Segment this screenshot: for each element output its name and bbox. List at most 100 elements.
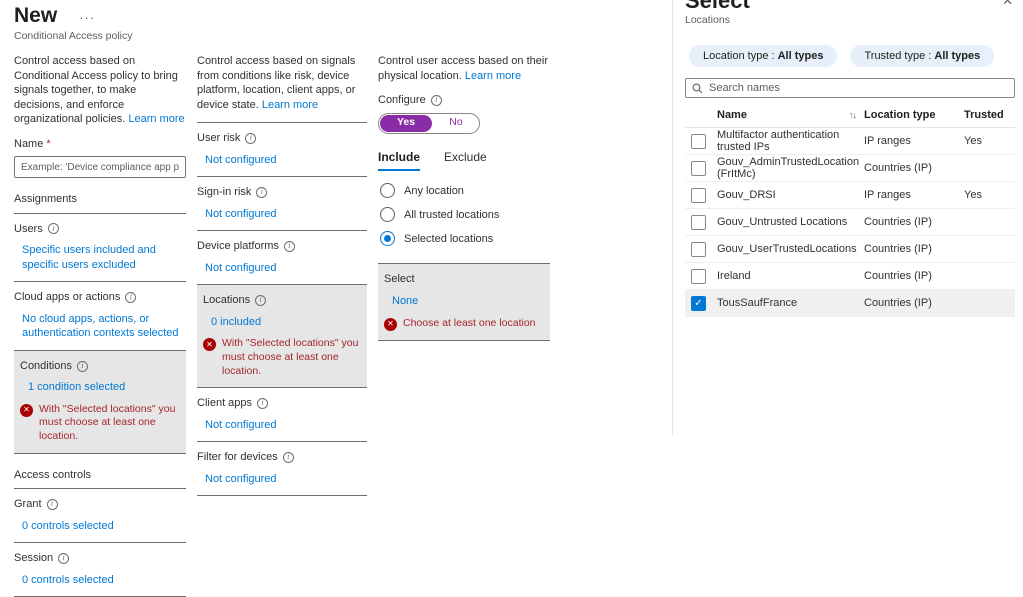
search-input[interactable] — [709, 82, 1008, 94]
info-icon: i — [431, 95, 442, 106]
signin-risk-section: Sign-in riski Not configured — [197, 177, 367, 230]
row-checkbox[interactable]: ✓ — [691, 296, 706, 311]
conditions-column: Control access based on signals from con… — [197, 54, 367, 597]
conditions-error: ✕ With "Selected locations" you must cho… — [20, 403, 180, 444]
location-type-filter[interactable]: Location type : All types — [689, 45, 837, 67]
row-checkbox[interactable] — [691, 134, 706, 149]
radio-icon-selected[interactable] — [380, 231, 395, 246]
toggle-yes-option[interactable]: Yes — [380, 115, 432, 132]
learn-more-link[interactable]: Learn more — [262, 99, 318, 111]
radio-icon[interactable] — [380, 207, 395, 222]
locations-label: Locations — [203, 293, 250, 308]
user-risk-section: User risk i Not configured — [197, 123, 367, 176]
more-menu-icon[interactable]: ··· — [79, 10, 95, 25]
info-icon: i — [77, 361, 88, 372]
configure-toggle[interactable]: Yes No — [378, 113, 480, 134]
row-name: Gouv_DRSI — [717, 189, 864, 201]
info-icon: i — [256, 187, 267, 198]
cloud-apps-section: Cloud apps or actionsi No cloud apps, ac… — [14, 282, 186, 350]
row-trusted: Yes — [964, 189, 1015, 201]
configure-label-row: Configurei — [378, 93, 550, 108]
row-location-type: Countries (IP) — [864, 216, 964, 228]
filter-devices-section: Filter for devicesi Not configured — [197, 442, 367, 495]
table-row[interactable]: Gouv_DRSI IP ranges Yes — [685, 182, 1015, 209]
table-row[interactable]: Gouv_UserTrustedLocations Countries (IP) — [685, 236, 1015, 263]
radio-any-location[interactable]: Any location — [380, 183, 550, 198]
row-checkbox[interactable] — [691, 215, 706, 230]
cloud-apps-label: Cloud apps or actions — [14, 290, 120, 305]
cloud-apps-link[interactable]: No cloud apps, actions, or authenticatio… — [14, 312, 186, 341]
filter-label: Trusted type : — [864, 50, 934, 62]
close-icon[interactable]: ✕ — [1002, 0, 1013, 9]
toggle-no-option[interactable]: No — [437, 116, 475, 130]
filter-devices-link[interactable]: Not configured — [197, 472, 367, 487]
radio-all-trusted-locations[interactable]: All trusted locations — [380, 207, 550, 222]
header-name[interactable]: Name ↑↓ — [717, 109, 864, 121]
learn-more-link[interactable]: Learn more — [128, 113, 184, 125]
filter-pills: Location type : All types Trusted type :… — [689, 45, 1015, 67]
table-row[interactable]: ✓ TousSaufFrance Countries (IP) — [685, 290, 1015, 317]
table-row[interactable]: Gouv_Untrusted Locations Countries (IP) — [685, 209, 1015, 236]
user-risk-label: User risk — [197, 131, 240, 146]
radio-all-trusted-label: All trusted locations — [404, 208, 499, 223]
row-location-type: Countries (IP) — [864, 243, 964, 255]
tab-include[interactable]: Include — [378, 150, 420, 172]
row-checkbox[interactable] — [691, 161, 706, 176]
name-label: Name * — [14, 137, 186, 152]
locations-description-text: Control user access based on their physi… — [378, 55, 548, 82]
include-exclude-tabs: Include Exclude — [378, 150, 550, 172]
search-box — [685, 78, 1015, 98]
device-platforms-label: Device platforms — [197, 239, 279, 254]
table-row[interactable]: Ireland Countries (IP) — [685, 263, 1015, 290]
conditions-description: Control access based on signals from con… — [197, 54, 367, 112]
locations-error-text: With "Selected locations" you must choos… — [222, 337, 361, 378]
radio-selected-locations[interactable]: Selected locations — [380, 231, 550, 246]
row-name: TousSaufFrance — [717, 297, 864, 309]
device-platforms-link[interactable]: Not configured — [197, 261, 367, 276]
users-link[interactable]: Specific users included and specific use… — [14, 243, 186, 272]
panel-title: Select — [685, 0, 1015, 14]
row-name: Gouv_AdminTrustedLocation (FrItMc) — [717, 156, 864, 180]
assignments-heading: Assignments — [14, 192, 186, 213]
name-input[interactable] — [14, 156, 186, 178]
user-risk-link[interactable]: Not configured — [197, 153, 367, 168]
row-name: Gouv_Untrusted Locations — [717, 216, 864, 228]
select-none-link[interactable]: None — [384, 294, 544, 309]
locations-table: Name ↑↓ Location type Trusted Multifactor… — [685, 102, 1015, 317]
error-icon: ✕ — [384, 318, 397, 331]
trusted-type-filter[interactable]: Trusted type : All types — [850, 45, 994, 67]
divider — [197, 495, 367, 496]
session-link[interactable]: 0 controls selected — [14, 573, 186, 588]
row-checkbox[interactable] — [691, 269, 706, 284]
client-apps-link[interactable]: Not configured — [197, 418, 367, 433]
header-location-type[interactable]: Location type — [864, 109, 964, 121]
grant-section: Granti 0 controls selected — [14, 489, 186, 542]
radio-icon[interactable] — [380, 183, 395, 198]
error-icon: ✕ — [20, 404, 33, 417]
info-icon: i — [245, 133, 256, 144]
page-title: New — [14, 4, 57, 27]
row-location-type: Countries (IP) — [864, 270, 964, 282]
row-checkbox[interactable] — [691, 188, 706, 203]
radio-any-label: Any location — [404, 184, 464, 199]
learn-more-link[interactable]: Learn more — [465, 70, 521, 82]
locations-description: Control user access based on their physi… — [378, 54, 550, 83]
row-name: Multifactor authentication trusted IPs — [717, 129, 864, 153]
table-row[interactable]: Gouv_AdminTrustedLocation (FrItMc) Count… — [685, 155, 1015, 182]
filter-value: All types — [778, 50, 824, 62]
conditions-link[interactable]: 1 condition selected — [20, 380, 180, 395]
row-checkbox[interactable] — [691, 242, 706, 257]
table-row[interactable]: Multifactor authentication trusted IPs I… — [685, 128, 1015, 155]
info-icon: i — [257, 398, 268, 409]
conditions-label: Conditions — [20, 359, 72, 374]
signin-risk-link[interactable]: Not configured — [197, 207, 367, 222]
header-name-label: Name — [717, 109, 747, 121]
row-location-type: IP ranges — [864, 189, 964, 201]
grant-link[interactable]: 0 controls selected — [14, 519, 186, 534]
tab-exclude[interactable]: Exclude — [444, 150, 487, 172]
sort-icon[interactable]: ↑↓ — [849, 110, 856, 120]
header-trusted[interactable]: Trusted — [964, 109, 1015, 121]
client-apps-section: Client appsi Not configured — [197, 388, 367, 441]
locations-link[interactable]: 0 included — [203, 315, 361, 330]
policy-description: Control access based on Conditional Acce… — [14, 54, 186, 127]
